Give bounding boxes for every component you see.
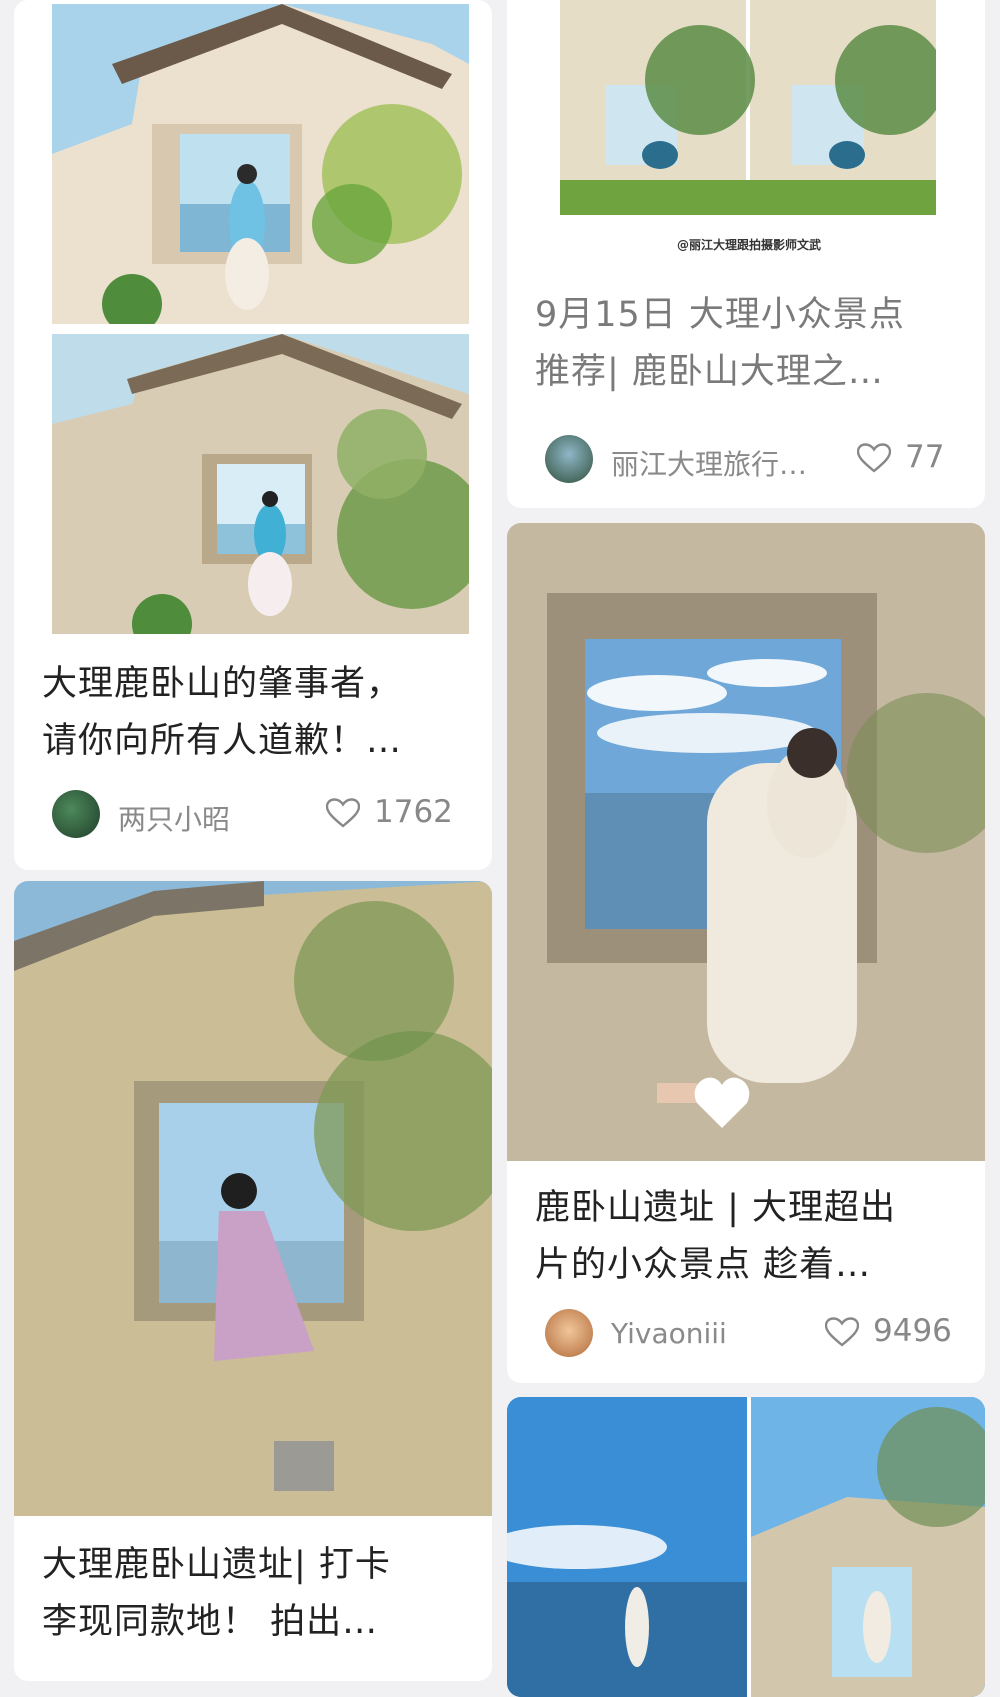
avatar[interactable] xyxy=(545,1309,593,1357)
card-1-author-row: 两只小昭 1762 xyxy=(52,790,482,840)
card-1-title-line1: 大理鹿卧山的肇事者， xyxy=(42,664,403,704)
card-2-watermark: @丽江大理跟拍摄影师文武 xyxy=(677,238,822,252)
card-2-author-row: 丽江大理旅行… 77 xyxy=(545,435,975,485)
avatar[interactable] xyxy=(52,790,100,838)
card-4-title-line1: 大理鹿卧山遗址| 打卡 xyxy=(42,1545,391,1585)
card-2-title-line1: 9月15日 大理小众景点 xyxy=(535,295,905,335)
like-button[interactable]: 77 xyxy=(857,439,967,479)
window-photo xyxy=(507,523,985,1161)
feed-card-1[interactable]: 大理鹿卧山的肇事者， 请你向所有人道歉！… 两只小昭 1762 xyxy=(14,0,492,870)
like-count: 1762 xyxy=(374,794,453,830)
feed-card-4[interactable]: 大理鹿卧山遗址| 打卡 李现同款地！ 拍出… xyxy=(14,881,492,1681)
card-4-image[interactable] xyxy=(14,881,492,1516)
heart-outline-icon xyxy=(326,798,360,828)
collage-photo xyxy=(507,1397,985,1697)
ruin-photo xyxy=(52,334,469,634)
card-1-title-line2: 请你向所有人道歉！… xyxy=(42,721,403,761)
card-4-title-line2: 李现同款地！ 拍出… xyxy=(42,1602,379,1642)
card-3-title-line2: 片的小众景点 趁着… xyxy=(535,1245,872,1285)
heart-outline-icon xyxy=(825,1317,859,1347)
card-2-image[interactable] xyxy=(560,0,936,215)
card-5-image[interactable] xyxy=(507,1397,985,1697)
card-2-title-line2: 推荐| 鹿卧山大理之… xyxy=(535,352,884,392)
feed-card-3[interactable]: 鹿卧山遗址 | 大理超出 片的小众景点 趁着… Yivaoniii 9496 xyxy=(507,523,985,1383)
like-button[interactable]: 1762 xyxy=(326,794,476,834)
painting-illustration xyxy=(52,4,469,324)
card-3-image[interactable] xyxy=(507,523,985,1161)
card-3-author-row: Yivaoniii 9496 xyxy=(545,1309,975,1359)
heart-outline-icon xyxy=(857,443,891,473)
author-name[interactable]: 丽江大理旅行… xyxy=(611,443,807,483)
author-name[interactable]: Yivaoniii xyxy=(611,1317,727,1350)
like-count: 77 xyxy=(905,439,945,475)
like-count: 9496 xyxy=(873,1313,952,1349)
card-1-image-painting[interactable] xyxy=(52,4,469,324)
feed-card-2[interactable]: @丽江大理跟拍摄影师文武 9月15日 大理小众景点 推荐| 鹿卧山大理之… 丽江… xyxy=(507,0,985,508)
card-1-image-photo[interactable] xyxy=(52,334,469,634)
collage-photo xyxy=(560,0,936,215)
card-3-title-line1: 鹿卧山遗址 | 大理超出 xyxy=(535,1188,897,1228)
feed-card-5[interactable] xyxy=(507,1397,985,1697)
wall-window-photo xyxy=(14,881,492,1516)
like-button[interactable]: 9496 xyxy=(825,1313,965,1353)
avatar[interactable] xyxy=(545,435,593,483)
author-name[interactable]: 两只小昭 xyxy=(118,798,230,838)
